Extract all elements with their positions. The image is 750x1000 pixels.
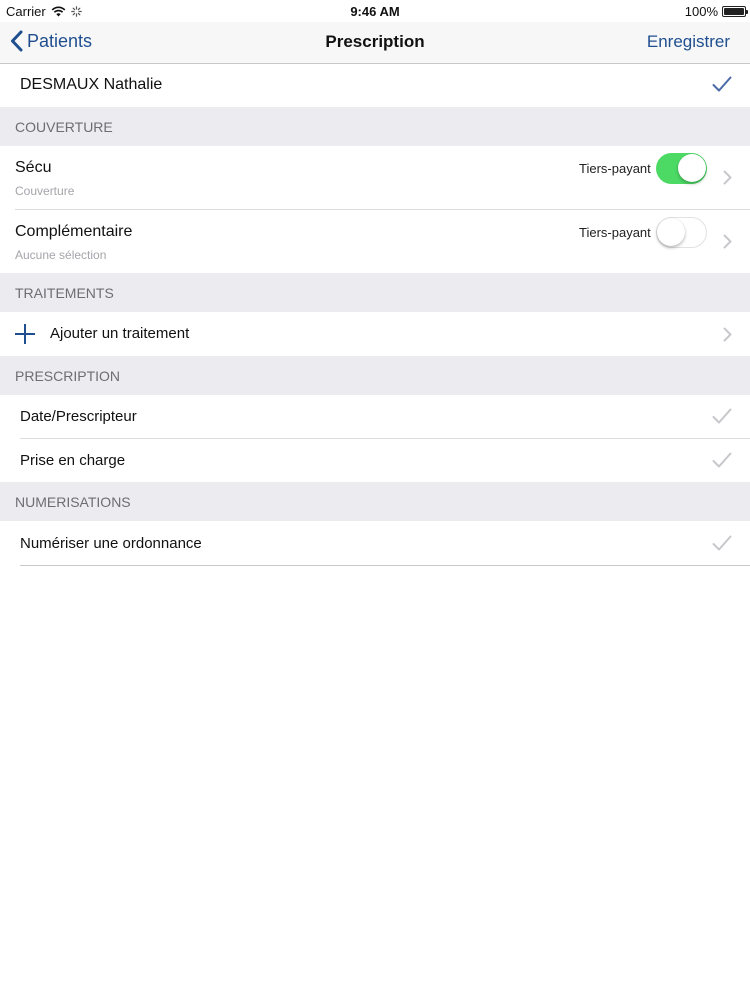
prescription-item-label: Date/Prescripteur <box>20 408 137 425</box>
scan-prescription-row[interactable]: Numériser une ordonnance <box>0 521 750 565</box>
prescription-item-label: Prise en charge <box>20 452 126 469</box>
chevron-right-icon <box>723 234 732 249</box>
tiers-payant-label: Tiers-payant <box>579 161 651 176</box>
coverage-row-complementaire[interactable]: Complémentaire Aucune sélection Tiers-pa… <box>0 210 750 273</box>
section-header-prescription: PRESCRIPTION <box>0 356 750 395</box>
chevron-right-icon <box>723 327 732 342</box>
plus-icon <box>15 324 35 344</box>
battery-label: 100% <box>684 4 718 19</box>
chevron-right-icon <box>723 170 732 185</box>
section-header-label: NUMERISATIONS <box>15 493 131 510</box>
section-header-traitements: TRAITEMENTS <box>0 273 750 312</box>
tiers-payant-label: Tiers-payant <box>579 225 651 240</box>
battery-icon <box>722 6 748 17</box>
tiers-payant-toggle-secu[interactable] <box>656 153 707 184</box>
section-header-numerisations: NUMERISATIONS <box>0 482 750 521</box>
row-separator <box>20 565 750 566</box>
battery-info: 100% <box>684 4 748 19</box>
coverage-subtitle: Couverture <box>15 184 75 198</box>
navigation-bar: Patients Prescription Enregistrer <box>0 22 750 64</box>
save-button[interactable]: Enregistrer <box>647 32 730 52</box>
add-treatment-label: Ajouter un traitement <box>50 325 190 342</box>
coverage-title: Sécu <box>15 159 52 176</box>
checkmark-icon <box>712 452 732 468</box>
status-bar: Carrier 9:46 AM 100% <box>0 0 750 22</box>
section-header-label: PRESCRIPTION <box>15 367 121 384</box>
checkmark-icon <box>712 76 732 92</box>
prescription-row-date[interactable]: Date/Prescripteur <box>0 395 750 438</box>
section-header-label: COUVERTURE <box>15 118 113 135</box>
coverage-title: Complémentaire <box>15 223 133 240</box>
coverage-subtitle: Aucune sélection <box>15 248 107 262</box>
status-time: 9:46 AM <box>350 4 400 19</box>
patient-row[interactable]: DESMAUX Nathalie <box>0 64 750 107</box>
patient-name: DESMAUX Nathalie <box>20 76 163 93</box>
page-title: Prescription <box>325 32 425 51</box>
coverage-row-secu[interactable]: Sécu Couverture Tiers-payant <box>0 146 750 209</box>
checkmark-icon <box>712 408 732 424</box>
checkmark-icon <box>712 535 732 551</box>
section-header-couverture: COUVERTURE <box>0 107 750 146</box>
tiers-payant-toggle-complementaire[interactable] <box>656 217 707 248</box>
section-header-label: TRAITEMENTS <box>15 284 114 301</box>
scan-item-label: Numériser une ordonnance <box>20 535 202 552</box>
prescription-row-prise-en-charge[interactable]: Prise en charge <box>0 439 750 482</box>
add-treatment-row[interactable]: Ajouter un traitement <box>0 312 750 356</box>
